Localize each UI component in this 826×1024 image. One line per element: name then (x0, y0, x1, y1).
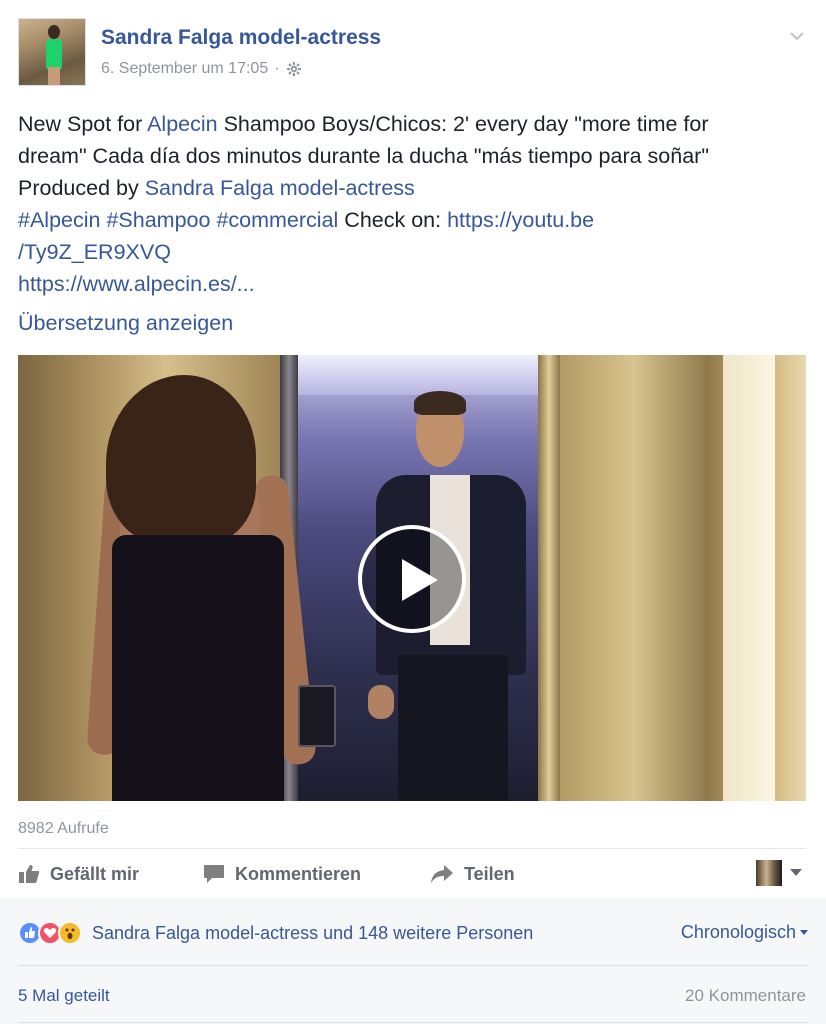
author-mention-link[interactable]: Sandra Falga model-actress (145, 176, 415, 200)
share-button[interactable]: Teilen (430, 864, 515, 885)
post-line-2: dream" Cada día dos minutos durante la d… (18, 144, 709, 168)
author-avatar[interactable] (18, 18, 86, 86)
woman-hair (106, 375, 256, 545)
alpecin-page-link[interactable]: Alpecin (147, 112, 218, 136)
post-line-4: #Alpecin #Shampoo #commercial Check on: … (18, 204, 808, 236)
divider (18, 965, 808, 966)
sort-label: Chronologisch (680, 922, 796, 942)
divider (18, 1022, 808, 1023)
youtube-link[interactable]: https://youtu.be (447, 208, 594, 232)
comment-bubble-icon (204, 865, 224, 883)
action-bar: Gefällt mir Kommentieren Teilen (18, 852, 808, 896)
hashtag-commercial[interactable]: #commercial (216, 208, 338, 232)
elevator-ceiling-light (298, 355, 546, 395)
play-icon (402, 559, 438, 601)
hashtag-alpecin[interactable]: #Alpecin (18, 208, 100, 232)
like-button[interactable]: Gefällt mir (18, 864, 139, 885)
man-hair (414, 391, 466, 415)
divider (18, 848, 806, 849)
comment-label: Kommentieren (235, 863, 362, 884)
audience-settings-icon[interactable] (286, 61, 302, 77)
video-player[interactable] (18, 355, 806, 801)
post-timestamp[interactable]: 6. September um 17:05 (101, 60, 268, 78)
avatar-figure-swimsuit (46, 39, 62, 69)
man-trousers (398, 655, 508, 801)
caret-down-icon (800, 929, 808, 935)
post-line-3: Produced by Sandra Falga model-actress (18, 172, 808, 204)
post-as-selector[interactable] (756, 860, 802, 886)
post-line-1: New Spot for Alpecin Shampoo Boys/Chicos… (18, 108, 808, 140)
like-label: Gefällt mir (50, 863, 140, 884)
youtube-link-continued[interactable]: /Ty9Z_ER9XVQ (18, 236, 808, 268)
page-avatar-small (756, 860, 782, 886)
comment-button[interactable]: Kommentieren (203, 864, 361, 885)
post-meta: 6. September um 17:05 · (101, 60, 302, 78)
woman-dress (112, 535, 284, 801)
caret-down-icon (790, 869, 802, 876)
post-text: Check on: (338, 208, 448, 232)
shares-count-link[interactable]: 5 Mal geteilt (18, 986, 110, 1006)
alpecin-website-link[interactable]: https://www.alpecin.es/... (18, 268, 808, 300)
thumbs-up-icon (19, 865, 40, 883)
avatar-figure-legs (48, 67, 60, 85)
post-text: New Spot for (18, 112, 148, 136)
wow-reaction-icon (58, 921, 82, 945)
comment-sort-dropdown[interactable]: Chronologisch (681, 922, 808, 943)
woman-clutch (298, 685, 336, 747)
comments-count[interactable]: 20 Kommentare (685, 986, 806, 1006)
show-translation-link[interactable]: Übersetzung anzeigen (18, 311, 233, 336)
reactions-section: Sandra Falga model-actress und 148 weite… (0, 898, 826, 1024)
reactors-summary-link[interactable]: Sandra Falga model-actress und 148 weite… (92, 923, 533, 944)
elevator-door-frame-right (538, 355, 560, 801)
reaction-icons[interactable] (18, 921, 82, 945)
view-count: 8982 Aufrufe (18, 820, 109, 837)
play-button[interactable] (358, 525, 466, 633)
share-arrow-icon (431, 865, 453, 883)
post-body: New Spot for Alpecin Shampoo Boys/Chicos… (18, 108, 808, 300)
avatar-figure-head (48, 25, 60, 39)
post-text: Shampoo Boys/Chicos: 2' every day "more … (217, 112, 709, 136)
share-label: Teilen (464, 863, 515, 884)
author-name-link[interactable]: Sandra Falga model-actress (101, 26, 381, 50)
post-text: Produced by (18, 176, 145, 200)
hashtag-shampoo[interactable]: #Shampoo (106, 208, 210, 232)
meta-separator: · (274, 60, 280, 77)
hallway-wall (723, 355, 775, 801)
facebook-post: Sandra Falga model-actress 6. September … (0, 0, 826, 1024)
man-hand (368, 685, 394, 719)
post-options-chevron-icon[interactable] (790, 28, 804, 41)
reactions-row: Sandra Falga model-actress und 148 weite… (18, 918, 808, 948)
